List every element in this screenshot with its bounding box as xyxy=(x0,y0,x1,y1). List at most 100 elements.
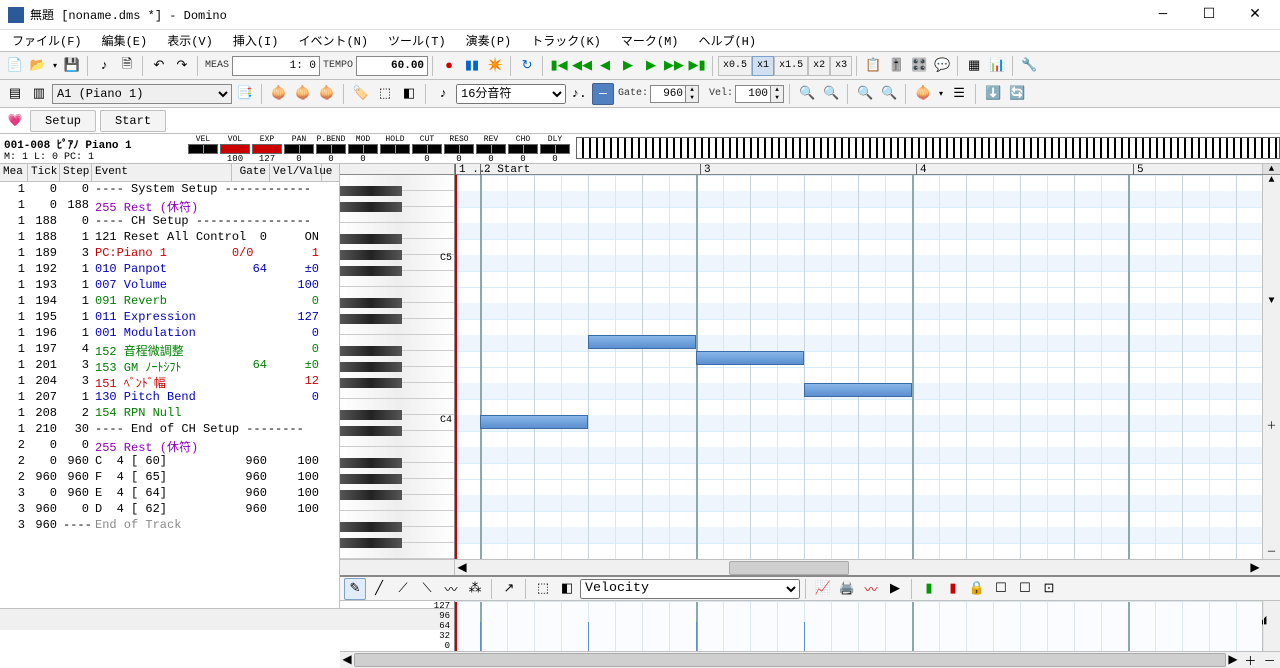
meters-view-icon[interactable]: 📊 xyxy=(986,55,1008,77)
col-vv[interactable]: Vel/Value xyxy=(270,164,322,181)
zoom-x1[interactable]: x1 xyxy=(752,56,774,76)
onion3-icon[interactable]: 🧅 xyxy=(316,83,338,105)
event-row[interactable]: 11893PC:Piano 1 0/01 xyxy=(0,246,339,262)
meter-reso[interactable]: RESO 0 xyxy=(444,135,474,163)
cc-box3-icon[interactable]: ⊡ xyxy=(1038,578,1060,600)
step-fwd-icon[interactable]: ▶ xyxy=(640,55,662,77)
zoom-x1.5[interactable]: x1.5 xyxy=(774,56,808,76)
keyboard-overview[interactable] xyxy=(576,137,1280,159)
note[interactable] xyxy=(588,335,696,349)
zoom-x0.5[interactable]: x0.5 xyxy=(718,56,752,76)
note-division-select[interactable]: 16分音符 xyxy=(456,84,566,104)
eraser-icon[interactable]: ◧ xyxy=(398,83,420,105)
cc-box1-icon[interactable]: ☐ xyxy=(990,578,1012,600)
col-tick[interactable]: Tick xyxy=(28,164,60,181)
meter-vol[interactable]: VOL 100 xyxy=(220,135,250,163)
menu-event[interactable]: イベント(N) xyxy=(288,30,378,51)
meter-rev[interactable]: REV 0 xyxy=(476,135,506,163)
onion1-icon[interactable]: 🧅 xyxy=(268,83,290,105)
meter-cut[interactable]: CUT 0 xyxy=(412,135,442,163)
cc-curve1-icon[interactable]: ⟋ xyxy=(392,578,414,600)
track-down-icon[interactable]: ▥ xyxy=(28,83,50,105)
cc-pencil-icon[interactable]: ✎ xyxy=(344,578,366,600)
meter-exp[interactable]: EXP 127 xyxy=(252,135,282,163)
menu-help[interactable]: ヘルプ(H) xyxy=(688,30,766,51)
ruler[interactable]: 1 ...2 Start345 ▲ xyxy=(340,164,1280,175)
event-row[interactable]: 10188255 Rest (休符) xyxy=(0,198,339,214)
event-row[interactable]: 12013153 GM ﾉｰﾄｼﾌﾄ64±0 xyxy=(0,358,339,374)
event-row[interactable]: 3960----End of Track xyxy=(0,518,339,534)
cc-print-icon[interactable]: 🖨️ xyxy=(836,578,858,600)
note[interactable] xyxy=(804,383,912,397)
step-back-icon[interactable]: ◀ xyxy=(594,55,616,77)
cc-arrow-icon[interactable]: ▶ xyxy=(884,578,906,600)
note-icon[interactable]: ♪ xyxy=(432,83,454,105)
cc-ind2-icon[interactable]: ▮ xyxy=(942,578,964,600)
cc-hscrollbar[interactable]: ◀ ▶ ＋ － xyxy=(340,651,1280,668)
cc-ind1-icon[interactable]: ▮ xyxy=(918,578,940,600)
vzoom-in-icon[interactable]: 🔍 xyxy=(878,83,900,105)
event-row[interactable]: 11961001 Modulation0 xyxy=(0,326,339,342)
roll-hscrollbar[interactable]: ◀ ▶ xyxy=(340,559,1280,575)
event-row[interactable]: 11931007 Volume100 xyxy=(0,278,339,294)
cc-box2-icon[interactable]: ☐ xyxy=(1014,578,1036,600)
event-row[interactable]: 121030---- End of CH Setup -------- xyxy=(0,422,339,438)
download-icon[interactable]: ⬇️ xyxy=(982,83,1004,105)
menu-file[interactable]: ファイル(F) xyxy=(2,30,92,51)
cc-free-icon[interactable]: 〰 xyxy=(440,578,462,600)
ffwd-icon[interactable]: ▶▶ xyxy=(663,55,685,77)
note-page-icon[interactable]: 🗎 xyxy=(116,55,138,77)
menu-view[interactable]: 表示(V) xyxy=(157,30,223,51)
dropdown-icon[interactable]: ▾ xyxy=(50,55,60,77)
maximize-button[interactable]: ☐ xyxy=(1186,0,1232,30)
minimize-button[interactable]: ─ xyxy=(1140,0,1186,30)
cc-wave-icon[interactable]: 〰 xyxy=(860,578,882,600)
start-button[interactable]: Start xyxy=(100,110,166,132)
event-row[interactable]: 12071130 Pitch Bend0 xyxy=(0,390,339,406)
cc-select-icon[interactable]: ⬚ xyxy=(532,578,554,600)
loop-icon[interactable]: ↻ xyxy=(516,55,538,77)
play-icon[interactable]: ▶ xyxy=(617,55,639,77)
gate-spinner[interactable]: ▲▼ xyxy=(686,85,699,103)
meter-dly[interactable]: DLY 0 xyxy=(540,135,570,163)
list-icon[interactable]: ☰ xyxy=(948,83,970,105)
zoom-x3[interactable]: x3 xyxy=(830,56,852,76)
menu-track[interactable]: トラック(K) xyxy=(521,30,611,51)
cc-eraser-icon[interactable]: ◧ xyxy=(556,578,578,600)
zoom-x2[interactable]: x2 xyxy=(808,56,830,76)
tracks-view-icon[interactable]: 🎚️ xyxy=(885,55,907,77)
event-row[interactable]: 100---- System Setup ------------ xyxy=(0,182,339,198)
comment-icon[interactable]: 💬 xyxy=(931,55,953,77)
zoom-in-icon[interactable]: 🔍 xyxy=(820,83,842,105)
dotted-note-icon[interactable]: ♪. xyxy=(568,83,590,105)
meter-pan[interactable]: PAN 0 xyxy=(284,135,314,163)
event-row[interactable]: 11974152 音程微調整0 xyxy=(0,342,339,358)
track-up-icon[interactable]: ▤ xyxy=(4,83,26,105)
event-row[interactable]: 12082154 RPN Null xyxy=(0,406,339,422)
event-row[interactable]: 2960960F 4 [ 65]960100 xyxy=(0,470,339,486)
save-icon[interactable]: 💾 xyxy=(61,55,83,77)
cc-lock-icon[interactable]: 🔒 xyxy=(966,578,988,600)
track-select[interactable]: A1 (Piano 1) xyxy=(52,84,232,104)
dropdown2-icon[interactable]: ▾ xyxy=(936,83,946,105)
ffwd-end-icon[interactable]: ▶▮ xyxy=(686,55,708,77)
event-row[interactable]: 11881121 Reset All Control0ON xyxy=(0,230,339,246)
record-icon[interactable]: ● xyxy=(438,55,460,77)
vel-spinner[interactable]: ▲▼ xyxy=(771,85,784,103)
menu-tool[interactable]: ツール(T) xyxy=(378,30,456,51)
vel-input[interactable] xyxy=(735,85,771,103)
cc-graph-icon[interactable]: 📈 xyxy=(812,578,834,600)
list-view-icon[interactable]: 📋 xyxy=(862,55,884,77)
cc-plot[interactable] xyxy=(455,601,1262,651)
event-row[interactable]: 11921010 Panpot64±0 xyxy=(0,262,339,278)
cc-line-icon[interactable]: ╱ xyxy=(368,578,390,600)
piano-roll[interactable] xyxy=(455,175,1262,559)
menu-play[interactable]: 演奏(P) xyxy=(456,30,522,51)
vscrollbar[interactable]: ▲▼＋－ xyxy=(1262,175,1280,559)
note-add-icon[interactable]: ♪ xyxy=(93,55,115,77)
open-file-icon[interactable]: 📂 xyxy=(27,55,49,77)
pause-icon[interactable]: ▮▮ xyxy=(461,55,483,77)
piano-keyboard[interactable]: C5C4 xyxy=(340,175,455,559)
setup-button[interactable]: Setup xyxy=(30,110,96,132)
event-row[interactable]: 12043151 ﾍﾞﾝﾄﾞ幅12 xyxy=(0,374,339,390)
